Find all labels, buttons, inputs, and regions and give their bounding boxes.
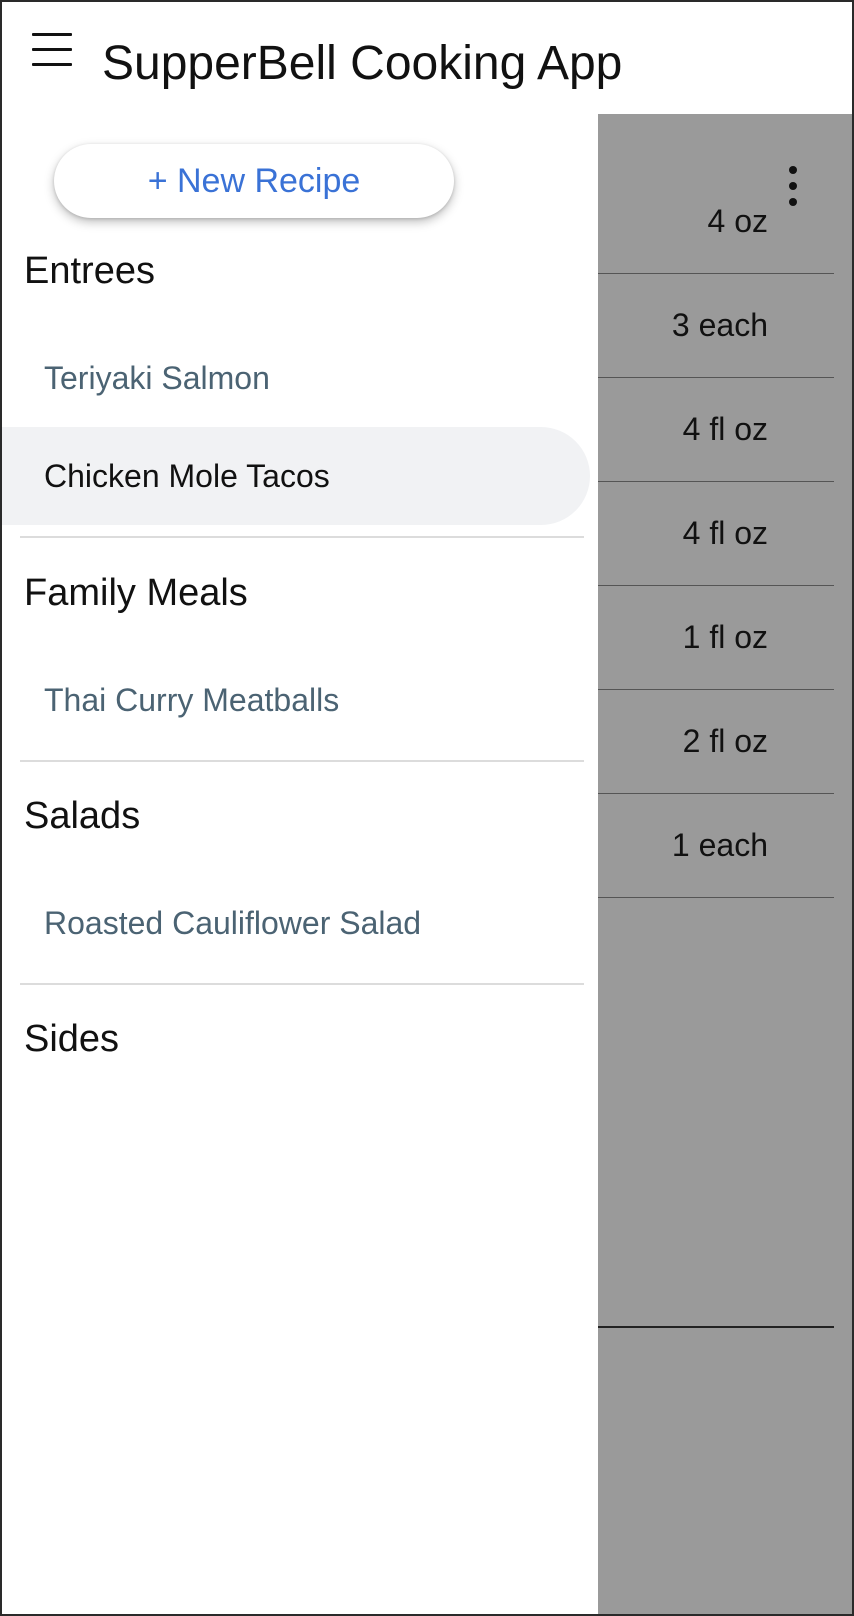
background-scrim[interactable]: 4 oz 3 each 4 fl oz 4 fl oz 1 fl oz 2 fl… (598, 114, 852, 1614)
quantity-cell: 3 each (598, 274, 834, 378)
quantity-cell: 4 fl oz (598, 378, 834, 482)
section-title: Salads (24, 795, 141, 837)
quantity-cell: 1 each (598, 794, 834, 898)
quantity-cell: 1 fl oz (598, 586, 834, 690)
quantity-cell: 4 oz (598, 170, 834, 274)
section-divider (20, 983, 584, 985)
section-divider (20, 536, 584, 538)
app-window: 4 oz 3 each 4 fl oz 4 fl oz 1 fl oz 2 fl… (0, 0, 854, 1616)
app-bar: SupperBell Cooking App (2, 2, 852, 114)
section-title: Family Meals (24, 572, 248, 614)
app-title: SupperBell Cooking App (102, 37, 623, 90)
quantity-cell: 4 fl oz (598, 482, 834, 586)
recipe-item-thai-curry-meatballs[interactable]: Thai Curry Meatballs (2, 651, 590, 749)
navigation-drawer: + New Recipe Entrees Teriyaki Salmon Chi… (2, 114, 598, 1614)
quantity-cell: 2 fl oz (598, 690, 834, 794)
new-recipe-button[interactable]: + New Recipe (54, 144, 454, 218)
section-divider (20, 760, 584, 762)
recipe-item-teriyaki-salmon[interactable]: Teriyaki Salmon (2, 329, 590, 427)
ingredient-quantity-list: 4 oz 3 each 4 fl oz 4 fl oz 1 fl oz 2 fl… (598, 203, 834, 1328)
hamburger-menu-icon[interactable] (30, 30, 76, 72)
section-title: Entrees (24, 250, 155, 292)
recipe-item-roasted-cauliflower-salad[interactable]: Roasted Cauliflower Salad (2, 874, 590, 972)
recipe-item-chicken-mole-tacos[interactable]: Chicken Mole Tacos (2, 427, 590, 525)
section-title: Sides (24, 1018, 120, 1060)
list-end-divider (598, 1326, 834, 1328)
